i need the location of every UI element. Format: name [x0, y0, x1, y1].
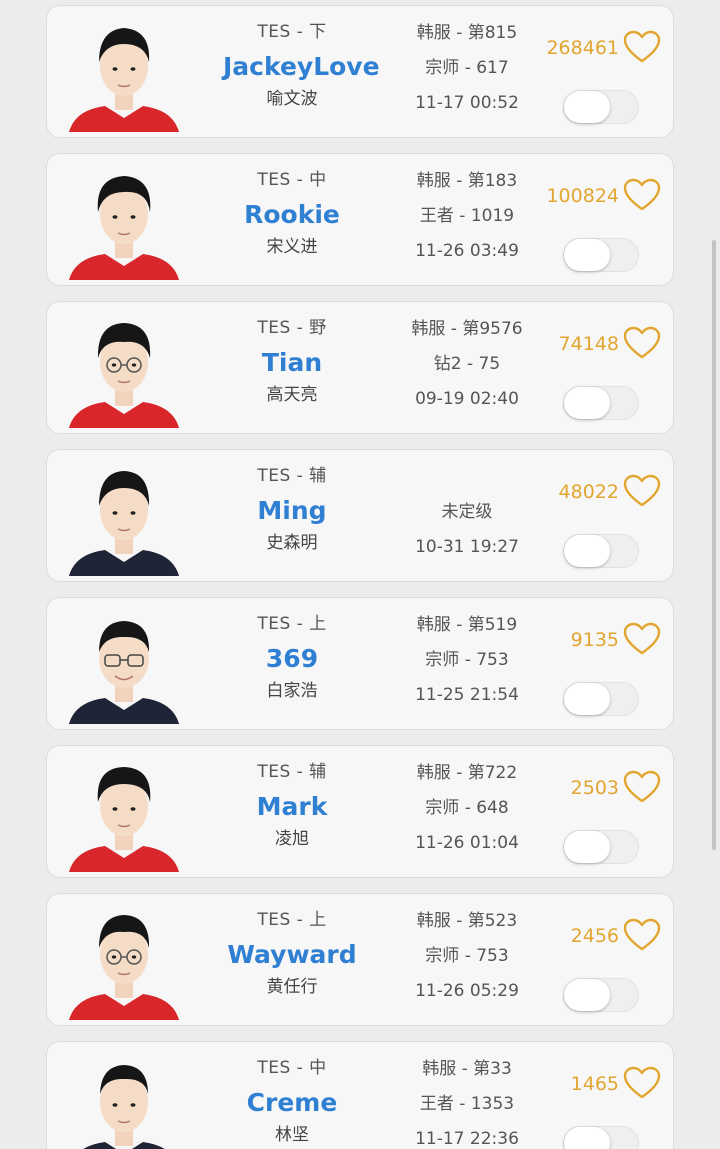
player-name[interactable]: Rookie	[223, 196, 361, 234]
tier-points: 钻2 - 75	[433, 354, 501, 374]
last-played-time: 11-25 21:54	[415, 685, 519, 705]
player-avatar	[65, 162, 183, 280]
server-rank: 韩服 - 第183	[416, 171, 518, 191]
heart-icon[interactable]	[623, 918, 661, 952]
player-card[interactable]: TES - 野 Tian 高天亮 韩服 - 第9576 钻2 - 75 09-1…	[46, 301, 674, 434]
heart-icon[interactable]	[623, 1066, 661, 1100]
player-card[interactable]: TES - 下 JackeyLove 喻文波 韩服 - 第815 宗师 - 61…	[46, 5, 674, 138]
fan-count: 100824	[546, 185, 619, 207]
team-role: TES - 中	[257, 170, 327, 190]
team-role: TES - 上	[257, 910, 327, 930]
player-avatar	[65, 606, 183, 724]
toggle-knob	[564, 239, 610, 271]
team-role: TES - 辅	[257, 466, 327, 486]
follow-toggle[interactable]	[563, 90, 639, 124]
tier-points: 未定级	[441, 502, 493, 522]
team-role: TES - 上	[257, 614, 327, 634]
player-avatar	[65, 754, 183, 872]
real-name: 史森明	[266, 533, 318, 553]
team-role: TES - 中	[257, 1058, 327, 1078]
toggle-knob	[564, 831, 610, 863]
real-name: 林坚	[275, 1125, 309, 1145]
heart-icon[interactable]	[623, 770, 661, 804]
tier-points: 宗师 - 617	[425, 58, 509, 78]
last-played-time: 09-19 02:40	[415, 389, 519, 409]
heart-icon[interactable]	[623, 178, 661, 212]
tier-points: 宗师 - 753	[425, 946, 509, 966]
player-avatar	[65, 14, 183, 132]
heart-icon[interactable]	[623, 326, 661, 360]
player-card[interactable]: TES - 中 Creme 林坚 韩服 - 第33 王者 - 1353 11-1…	[46, 1041, 674, 1149]
real-name: 白家浩	[266, 681, 318, 701]
player-card[interactable]: TES - 上 Wayward 黄任行 韩服 - 第523 宗师 - 753 1…	[46, 893, 674, 1026]
heart-icon[interactable]	[623, 622, 661, 656]
player-avatar	[65, 1050, 183, 1149]
player-name[interactable]: Mark	[223, 788, 361, 826]
fan-count: 48022	[558, 481, 619, 503]
player-card[interactable]: TES - 辅 Mark 凌旭 韩服 - 第722 宗师 - 648 11-26…	[46, 745, 674, 878]
player-name[interactable]: 369	[223, 640, 361, 678]
heart-icon[interactable]	[623, 474, 661, 508]
real-name: 喻文波	[266, 89, 318, 109]
player-avatar	[65, 458, 183, 576]
player-avatar	[65, 902, 183, 1020]
scrollbar[interactable]	[712, 240, 716, 850]
real-name: 宋义进	[266, 237, 318, 257]
real-name: 凌旭	[275, 829, 309, 849]
server-rank: 韩服 - 第33	[422, 1059, 512, 1079]
player-avatar	[65, 310, 183, 428]
fan-count: 2456	[570, 925, 619, 947]
team-role: TES - 野	[257, 318, 327, 338]
player-name[interactable]: Wayward	[223, 936, 361, 974]
fan-count: 9135	[570, 629, 619, 651]
last-played-time: 10-31 19:27	[415, 537, 519, 557]
follow-toggle[interactable]	[563, 386, 639, 420]
server-rank: 韩服 - 第815	[416, 23, 518, 43]
team-role: TES - 下	[257, 22, 327, 42]
tier-points: 王者 - 1019	[419, 206, 515, 226]
toggle-knob	[564, 535, 610, 567]
player-name[interactable]: Ming	[223, 492, 361, 530]
follow-toggle[interactable]	[563, 238, 639, 272]
tier-points: 宗师 - 648	[425, 798, 509, 818]
player-name[interactable]: Tian	[223, 344, 361, 382]
last-played-time: 11-26 05:29	[415, 981, 519, 1001]
fan-count: 1465	[570, 1073, 619, 1095]
follow-toggle[interactable]	[563, 830, 639, 864]
player-card[interactable]: TES - 上 369 白家浩 韩服 - 第519 宗师 - 753 11-25…	[46, 597, 674, 730]
toggle-knob	[564, 91, 610, 123]
fan-count: 74148	[558, 333, 619, 355]
player-name[interactable]: JackeyLove	[223, 48, 380, 86]
player-card[interactable]: TES - 中 Rookie 宋义进 韩服 - 第183 王者 - 1019 1…	[46, 153, 674, 286]
server-rank: 韩服 - 第523	[416, 911, 518, 931]
real-name: 高天亮	[266, 385, 318, 405]
toggle-knob	[564, 1127, 610, 1149]
follow-toggle[interactable]	[563, 534, 639, 568]
server-rank: 韩服 - 第519	[416, 615, 518, 635]
tier-points: 王者 - 1353	[419, 1094, 515, 1114]
server-rank: 韩服 - 第9576	[411, 319, 523, 339]
player-card[interactable]: TES - 辅 Ming 史森明 未定级 10-31 19:27 48022	[46, 449, 674, 582]
follow-toggle[interactable]	[563, 682, 639, 716]
team-role: TES - 辅	[257, 762, 327, 782]
player-list: TES - 下 JackeyLove 喻文波 韩服 - 第815 宗师 - 61…	[0, 0, 720, 1149]
toggle-knob	[564, 979, 610, 1011]
player-name[interactable]: Creme	[223, 1084, 361, 1122]
follow-toggle[interactable]	[563, 978, 639, 1012]
real-name: 黄任行	[266, 977, 318, 997]
heart-icon[interactable]	[623, 30, 661, 64]
server-rank: 韩服 - 第722	[416, 763, 518, 783]
fan-count: 2503	[570, 777, 619, 799]
last-played-time: 11-17 22:36	[415, 1129, 519, 1149]
toggle-knob	[564, 387, 610, 419]
follow-toggle[interactable]	[563, 1126, 639, 1149]
toggle-knob	[564, 683, 610, 715]
last-played-time: 11-17 00:52	[415, 93, 519, 113]
fan-count: 268461	[546, 37, 619, 59]
last-played-time: 11-26 01:04	[415, 833, 519, 853]
tier-points: 宗师 - 753	[425, 650, 509, 670]
last-played-time: 11-26 03:49	[415, 241, 519, 261]
